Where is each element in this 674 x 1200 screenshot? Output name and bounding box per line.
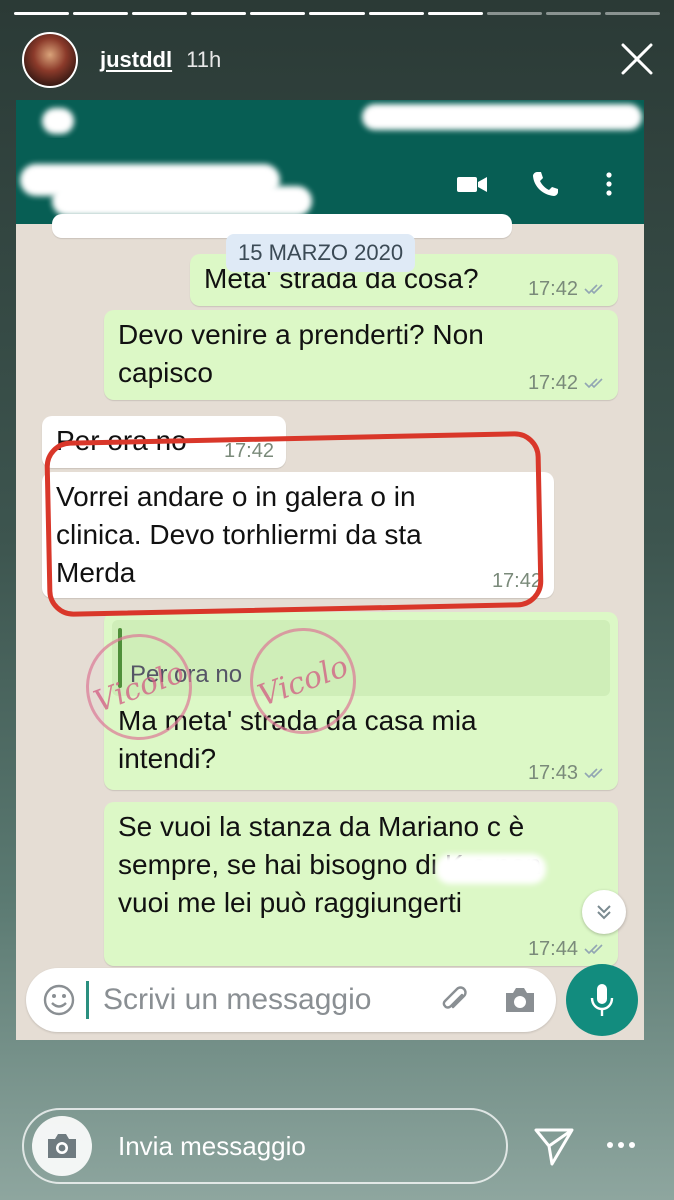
- microphone-icon: [590, 984, 614, 1016]
- message-bubble[interactable]: Se vuoi la stanza da Mariano c è sempre,…: [104, 802, 618, 966]
- redaction: [52, 186, 312, 216]
- message-meta: 17:43: [528, 762, 606, 784]
- more-options-icon[interactable]: [606, 1140, 636, 1150]
- highlight-circle: [44, 430, 544, 618]
- chat-area: 15 MARZO 2020 Meta' strada da cosa? 17:4…: [16, 214, 644, 1040]
- text-caret: [86, 981, 89, 1019]
- message-composer[interactable]: Scrivi un messaggio: [26, 968, 556, 1032]
- send-icon[interactable]: [532, 1124, 576, 1168]
- username[interactable]: justddl: [100, 47, 172, 73]
- progress-segment: [191, 12, 247, 15]
- attach-icon[interactable]: [438, 983, 472, 1017]
- progress-segment: [486, 12, 542, 15]
- story-header: justddl 11h: [22, 30, 654, 90]
- progress-segment: [73, 12, 129, 15]
- phone-call-icon[interactable]: [530, 170, 562, 198]
- redaction: [362, 104, 642, 130]
- composer-input[interactable]: Scrivi un messaggio: [103, 983, 438, 1017]
- camera-icon: [48, 1134, 76, 1158]
- close-icon[interactable]: [620, 42, 654, 76]
- message-time: 17:42: [527, 372, 578, 394]
- date-divider: 15 MARZO 2020: [226, 234, 416, 272]
- progress-segment: [368, 12, 424, 15]
- message-meta: 17:42: [528, 372, 606, 394]
- message-time: 17:42: [527, 278, 578, 300]
- message-bubble[interactable]: Devo venire a prenderti? Non capisco 17:…: [104, 310, 618, 400]
- double-check-icon: [584, 284, 603, 295]
- camera-icon[interactable]: [502, 983, 538, 1017]
- message-time: 17:44: [527, 938, 578, 960]
- story-time: 11h: [186, 47, 222, 72]
- reply-input[interactable]: Invia messaggio: [118, 1131, 306, 1162]
- message-meta: 17:42: [528, 278, 606, 300]
- progress-segment: [545, 12, 601, 15]
- story-progress-bar: [14, 12, 661, 15]
- progress-segment: [250, 12, 306, 15]
- phone-status-bar: [16, 100, 644, 138]
- message-time: 17:43: [527, 762, 578, 784]
- progress-segment: [427, 12, 483, 15]
- progress-segment: [604, 12, 661, 15]
- progress-segment: [309, 12, 365, 15]
- story-reply-field[interactable]: Invia messaggio: [22, 1108, 508, 1184]
- whatsapp-screenshot: 15 MARZO 2020 Meta' strada da cosa? 17:4…: [16, 100, 644, 1040]
- emoji-icon[interactable]: [42, 983, 76, 1017]
- story-camera-button[interactable]: [32, 1116, 92, 1176]
- avatar[interactable]: [22, 32, 78, 88]
- redaction: [436, 854, 546, 884]
- chat-header: [16, 138, 644, 224]
- message-meta: 17:44: [528, 938, 606, 960]
- voice-message-button[interactable]: [566, 964, 638, 1036]
- redaction: [42, 108, 74, 134]
- more-options-icon[interactable]: [600, 170, 618, 198]
- message-text: Devo venire a prenderti? Non capisco: [118, 319, 484, 388]
- scroll-down-button[interactable]: [582, 890, 626, 934]
- double-check-icon: [584, 378, 603, 389]
- double-check-icon: [584, 768, 603, 779]
- progress-segment: [132, 12, 188, 15]
- video-call-icon[interactable]: [456, 170, 488, 198]
- double-chevron-down-icon: [597, 905, 611, 920]
- double-check-icon: [584, 944, 603, 955]
- progress-segment: [14, 12, 70, 15]
